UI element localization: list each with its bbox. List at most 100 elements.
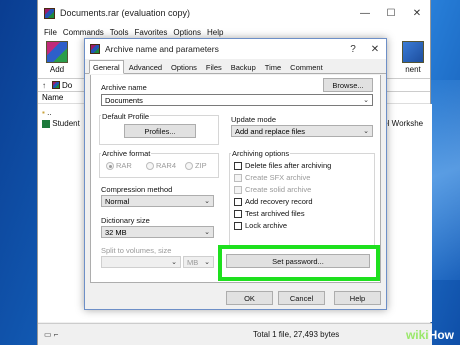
default-profile-label: Default Profile	[101, 112, 151, 121]
maximize-icon[interactable]: ☐	[378, 8, 404, 19]
toolbar-right-label: nent	[405, 65, 421, 74]
tab-time[interactable]: Time	[261, 60, 285, 73]
chevron-down-icon: ⌄	[204, 259, 210, 266]
list-item-type: tel Workshe	[381, 119, 424, 128]
main-window-title: Documents.rar (evaluation copy)	[60, 8, 191, 18]
status-drive-icon: ▭ ⌐	[44, 330, 59, 339]
dialog-tabs: General Advanced Options Files Backup Ti…	[85, 60, 386, 74]
menu-help[interactable]: Help	[207, 28, 223, 37]
chevron-down-icon: ⌄	[204, 229, 210, 236]
excel-file-icon	[42, 119, 50, 128]
compression-method-select[interactable]: Normal ⌄	[101, 195, 214, 207]
list-item-label: ..	[47, 108, 52, 117]
menu-favorites[interactable]: Favorites	[134, 28, 167, 37]
checkbox-box	[234, 161, 242, 170]
create-solid-checkbox[interactable]: Create solid archive	[234, 185, 311, 194]
wikihow-watermark: wikiHow	[406, 328, 454, 342]
tab-backup[interactable]: Backup	[227, 60, 260, 73]
archive-icon	[52, 81, 60, 89]
radio-dot	[146, 161, 154, 170]
tab-files[interactable]: Files	[202, 60, 226, 73]
format-rar4-label: RAR4	[156, 161, 177, 170]
watermark-how: How	[428, 328, 454, 342]
update-mode-label: Update mode	[231, 115, 277, 124]
winrar-icon	[90, 44, 100, 54]
option-label: Add recovery record	[245, 197, 313, 206]
split-volumes-size-field[interactable]: ⌄	[101, 256, 181, 268]
dictionary-size-select[interactable]: 32 MB ⌄	[101, 226, 214, 238]
add-button-label: Add	[49, 65, 65, 74]
option-label: Lock archive	[245, 221, 288, 230]
create-sfx-checkbox[interactable]: Create SFX archive	[234, 173, 310, 182]
archiving-options-label: Archiving options	[231, 149, 291, 158]
close-icon[interactable]: ✕	[364, 44, 386, 55]
checkbox-box	[234, 209, 242, 218]
toolbar-right-button[interactable]: nent	[396, 41, 430, 74]
cancel-button[interactable]: Cancel	[278, 291, 325, 305]
add-button[interactable]: Add	[40, 41, 74, 74]
winrar-add-icon	[46, 41, 68, 63]
list-item-student[interactable]: Student	[42, 119, 80, 128]
format-rar-radio[interactable]: RAR	[106, 161, 132, 170]
main-titlebar: Documents.rar (evaluation copy) — ☐ ✕	[38, 0, 430, 26]
winrar-icon	[44, 7, 55, 19]
split-volumes-unit-select[interactable]: MB ⌄	[183, 256, 214, 268]
component-icon	[402, 41, 424, 63]
menu-commands[interactable]: Commands	[63, 28, 104, 37]
list-item-up[interactable]: ▪ ..	[42, 108, 52, 117]
column-name[interactable]: Name	[42, 93, 63, 102]
menu-tools[interactable]: Tools	[110, 28, 129, 37]
menu-options[interactable]: Options	[173, 28, 201, 37]
menu-file[interactable]: File	[44, 28, 57, 37]
chevron-down-icon[interactable]: ⌄	[363, 96, 369, 104]
split-unit-value: MB	[187, 257, 199, 267]
profiles-button[interactable]: Profiles...	[124, 124, 196, 138]
option-label: Test archived files	[245, 209, 305, 218]
minimize-icon[interactable]: —	[352, 8, 378, 19]
format-zip-label: ZIP	[195, 161, 207, 170]
dictionary-size-label: Dictionary size	[101, 216, 150, 225]
radio-dot	[185, 161, 193, 170]
checkbox-box	[234, 185, 242, 194]
split-volumes-label: Split to volumes, size	[101, 246, 172, 255]
close-icon[interactable]: ✕	[404, 8, 430, 19]
dialog-title: Archive name and parameters	[105, 44, 219, 54]
option-label: Create SFX archive	[245, 173, 311, 182]
format-rar4-radio[interactable]: RAR4	[146, 161, 176, 170]
archive-name-label: Archive name	[101, 83, 147, 92]
lock-archive-checkbox[interactable]: Lock archive	[234, 221, 287, 230]
option-label: Create solid archive	[245, 185, 312, 194]
format-zip-radio[interactable]: ZIP	[185, 161, 207, 170]
chevron-down-icon: ⌄	[171, 259, 177, 266]
help-icon[interactable]: ?	[342, 44, 364, 55]
browse-button[interactable]: Browse...	[323, 78, 373, 92]
ok-button[interactable]: OK	[226, 291, 273, 305]
checkbox-box	[234, 173, 242, 182]
tab-advanced[interactable]: Advanced	[125, 60, 166, 73]
watermark-wiki: wiki	[405, 328, 429, 342]
help-button[interactable]: Help	[334, 291, 381, 305]
radio-dot	[106, 161, 114, 170]
tab-options[interactable]: Options	[167, 60, 201, 73]
option-label: Delete files after archiving	[245, 161, 332, 170]
delete-files-checkbox[interactable]: Delete files after archiving	[234, 161, 331, 170]
statusbar: ▭ ⌐ Total 1 file, 27,493 bytes	[38, 323, 432, 345]
chevron-down-icon: ⌄	[204, 198, 210, 205]
up-folder-icon[interactable]: ↑	[42, 81, 52, 90]
checkbox-box	[234, 221, 242, 230]
tab-general[interactable]: General	[89, 60, 124, 74]
add-recovery-checkbox[interactable]: Add recovery record	[234, 197, 313, 206]
status-text: Total 1 file, 27,493 bytes	[253, 330, 340, 339]
up-folder-icon: ▪	[42, 108, 45, 117]
checkbox-box	[234, 197, 242, 206]
archive-name-field[interactable]: Documents ⌄	[101, 94, 373, 106]
archive-name-value: Documents	[105, 95, 143, 105]
set-password-highlight	[218, 245, 380, 281]
test-archived-checkbox[interactable]: Test archived files	[234, 209, 305, 218]
dialog-titlebar: Archive name and parameters ? ✕	[85, 39, 386, 59]
update-mode-select[interactable]: Add and replace files ⌄	[231, 125, 373, 137]
chevron-down-icon: ⌄	[363, 128, 369, 135]
address-text: Do	[62, 80, 73, 90]
tab-comment[interactable]: Comment	[286, 60, 327, 73]
update-mode-value: Add and replace files	[235, 126, 306, 136]
